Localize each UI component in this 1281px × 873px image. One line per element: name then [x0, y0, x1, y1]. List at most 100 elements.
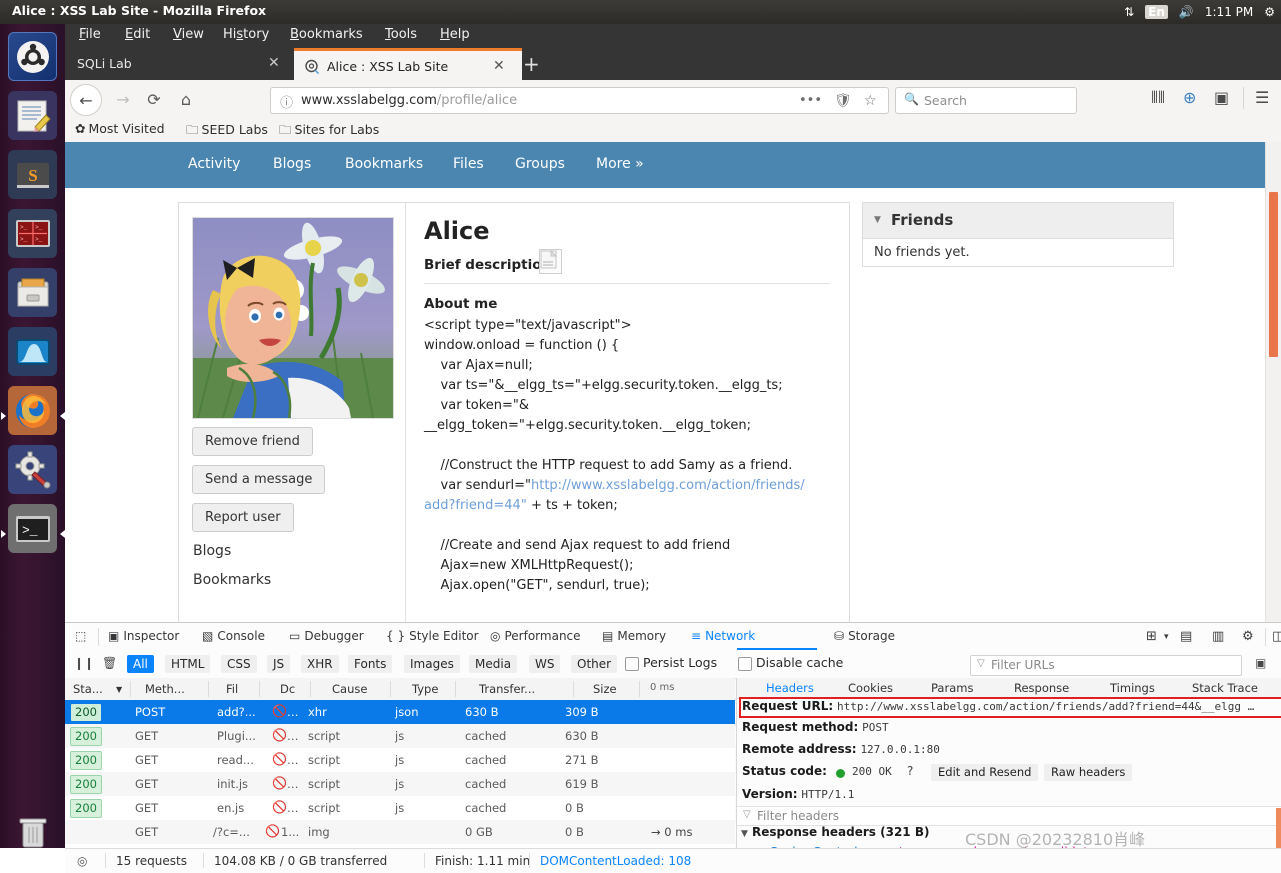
filter-fonts[interactable]: Fonts [348, 655, 393, 673]
tab-close-icon[interactable]: ✕ [268, 55, 280, 71]
disable-cache-checkbox[interactable] [738, 657, 752, 671]
tab-style-editor[interactable]: { } Style Editor [386, 629, 479, 643]
menu-tools[interactable]: Tools [385, 27, 417, 42]
site-nav-more[interactable]: More » [596, 156, 644, 172]
bookmark-sites-for-labs[interactable]: 🗀 Sites for Labs [279, 121, 379, 142]
column-divider[interactable] [455, 681, 456, 697]
search-bar[interactable]: 🔍 Search [895, 87, 1077, 114]
chevron-down-icon[interactable]: ▾ [1164, 632, 1169, 642]
filter-other[interactable]: Other [571, 655, 618, 673]
back-button[interactable]: ← [70, 84, 102, 116]
raw-headers-button[interactable]: Raw headers [1044, 764, 1133, 781]
volume-icon[interactable]: 🔊 [1179, 6, 1194, 18]
persist-logs-label[interactable]: Persist Logs [643, 655, 717, 670]
bookmark-most-visited[interactable]: ✿ Most Visited [75, 121, 165, 136]
home-button[interactable]: ⌂ [173, 86, 199, 112]
identity-info-icon[interactable]: ⓘ [280, 92, 293, 111]
remove-friend-button[interactable]: Remove friend [192, 427, 313, 456]
menu-history[interactable]: History [223, 27, 269, 42]
hamburger-menu-icon[interactable]: ☰ [1255, 88, 1269, 107]
menu-edit[interactable]: Edit [125, 27, 150, 42]
filter-media[interactable]: Media [469, 655, 518, 673]
column-transferred[interactable]: Transfer... [479, 682, 535, 696]
column-divider[interactable] [208, 681, 209, 697]
details-tab-stack-trace[interactable]: Stack Trace [1192, 681, 1258, 695]
launcher-item-wireshark[interactable] [8, 327, 57, 376]
launcher-item-firefox[interactable] [8, 386, 57, 435]
tab-performance[interactable]: ◎ Performance [490, 629, 581, 643]
pause-icon[interactable]: ❙❙ [74, 656, 94, 670]
filter-all[interactable]: All [127, 655, 154, 673]
column-type[interactable]: Type [412, 682, 438, 696]
forward-button[interactable]: → [110, 86, 136, 112]
page-scrollbar[interactable] [1265, 142, 1281, 622]
menu-view[interactable]: View [173, 27, 204, 42]
reload-button[interactable]: ⟳ [141, 86, 167, 112]
launcher-item-ubuntu-dash[interactable] [8, 32, 57, 81]
clock[interactable]: 1:11 PM [1205, 6, 1253, 18]
column-size[interactable]: Size [593, 682, 617, 696]
expand-pane-icon[interactable]: ▣ [1255, 656, 1266, 670]
table-row[interactable]: 200 GET read... 🚫 … script js cached 271… [65, 748, 735, 772]
edit-and-resend-button[interactable]: Edit and Resend [931, 764, 1039, 781]
system-gear-icon[interactable]: ⚙ [1264, 6, 1275, 18]
launcher-item-file-manager[interactable] [8, 268, 57, 317]
triangle-down-icon[interactable]: ▼ [741, 829, 748, 839]
launcher-item-sublime-text[interactable]: S [8, 150, 57, 199]
network-request-list[interactable]: Sta... ▼ Meth... Fil Dc Cause Type Trans… [65, 678, 735, 849]
column-status[interactable]: Sta... [73, 682, 103, 696]
new-tab-button[interactable]: + [523, 52, 540, 76]
disable-cache-label[interactable]: Disable cache [756, 655, 843, 670]
response-headers-title[interactable]: Response headers (321 B) [752, 825, 929, 839]
tab-alice-xss-lab-site[interactable]: Alice : XSS Lab Site ✕ [294, 48, 522, 83]
tab-debugger[interactable]: ▭ Debugger [289, 629, 364, 643]
filter-xhr[interactable]: XHR [301, 655, 339, 673]
trash-icon[interactable]: 🗑 [102, 656, 117, 670]
url-filter-input[interactable]: ▽ Filter URLs [970, 655, 1242, 676]
column-divider[interactable] [259, 681, 260, 697]
friends-panel-header[interactable]: ▼ Friends [863, 203, 1173, 239]
dock-side-icon[interactable]: ◫ [1272, 629, 1281, 644]
launcher-item-system-settings[interactable] [8, 445, 57, 494]
filter-ws[interactable]: WS [529, 655, 561, 673]
triangle-down-icon[interactable]: ▼ [874, 215, 881, 225]
tab-network[interactable]: ≡ Network [691, 629, 755, 643]
url-bar[interactable]: ⓘ www.xsslabelgg.com/profile/alice ••• 🛡… [270, 87, 889, 114]
tab-close-icon[interactable]: ✕ [493, 58, 505, 74]
profile-link-bookmarks[interactable]: Bookmarks [193, 572, 271, 588]
details-tab-params[interactable]: Params [931, 681, 973, 695]
column-file[interactable]: Fil [226, 682, 238, 696]
site-nav-groups[interactable]: Groups [515, 156, 565, 172]
table-row[interactable]: 200 POST add?... 🚫 … xhr json 630 B 309 … [65, 700, 735, 724]
tab-storage[interactable]: ⛁ Storage [834, 629, 895, 643]
headers-filter-input[interactable]: ▽ Filter headers [737, 806, 1281, 826]
help-circle-icon[interactable]: ? [907, 764, 913, 778]
bookmark-star-icon[interactable]: ☆ [864, 93, 877, 109]
tab-console[interactable]: ▧ Console [202, 629, 265, 643]
dock-bottom-icon[interactable]: ▥ [1212, 629, 1224, 644]
details-tab-timings[interactable]: Timings [1110, 681, 1155, 695]
network-updown-icon[interactable]: ⇅ [1124, 6, 1134, 18]
tab-memory[interactable]: ▤ Memory [602, 629, 666, 643]
tab-sqli-lab[interactable]: SQLi Lab ✕ [65, 48, 293, 80]
site-nav-activity[interactable]: Activity [188, 156, 240, 172]
table-row[interactable]: 200 GET Plugi... 🚫 … script js cached 63… [65, 724, 735, 748]
library-icon[interactable]: ⦀⦀ [1151, 88, 1165, 108]
keyboard-layout-indicator[interactable]: En [1145, 5, 1168, 19]
column-method[interactable]: Meth... [145, 682, 185, 696]
filter-images[interactable]: Images [404, 655, 460, 673]
filter-css[interactable]: CSS [221, 655, 257, 673]
send-message-button[interactable]: Send a message [192, 465, 326, 494]
sidebar-icon[interactable]: ▣ [1214, 88, 1229, 107]
split-console-icon[interactable]: ▤ [1180, 629, 1192, 644]
details-scrollbar-thumb[interactable] [1276, 808, 1281, 849]
menu-file[interactable]: File [79, 27, 101, 42]
launcher-item-terminator[interactable]: >_ >_ >_ >_ [8, 209, 57, 258]
launcher-item-terminal[interactable]: >_ [8, 504, 57, 553]
tab-inspector[interactable]: ▣ Inspector [108, 629, 179, 643]
bookmark-seed-labs[interactable]: 🗀 SEED Labs [186, 121, 268, 142]
table-row[interactable]: GET /?c=... 🚫 1... img 0 GB 0 B → 0 ms [65, 820, 735, 844]
details-tab-cookies[interactable]: Cookies [848, 681, 893, 695]
account-icon[interactable]: ⊕ [1183, 88, 1196, 107]
details-tab-headers[interactable]: Headers [766, 681, 814, 695]
